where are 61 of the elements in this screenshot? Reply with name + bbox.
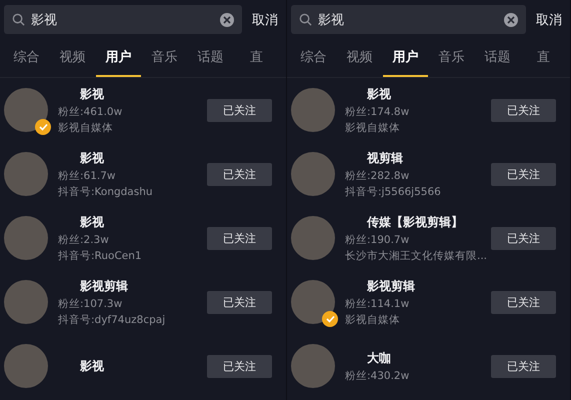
follower-count: 粉丝:2.3w [58, 232, 110, 246]
following-button[interactable]: 已关注 [491, 98, 556, 122]
following-button[interactable]: 已关注 [207, 98, 272, 122]
clear-icon[interactable] [504, 12, 518, 26]
user-name: 影视 [79, 214, 105, 230]
tab[interactable]: 话题 [188, 44, 233, 77]
user-name: 视剪辑 [366, 150, 404, 166]
user-name: 影视 [79, 358, 105, 374]
user-name: 传媒【影视剪辑】 [366, 214, 464, 230]
user-description: 抖音号:Kongdashu [58, 184, 154, 198]
tab[interactable]: 直 [234, 44, 279, 77]
clear-icon[interactable] [220, 12, 234, 26]
tab[interactable]: 直 [521, 44, 566, 77]
user-name: 影视 [366, 86, 392, 102]
tab[interactable]: 视频 [337, 44, 382, 77]
follower-count: 粉丝:461.0w [58, 104, 124, 118]
avatar[interactable] [291, 280, 335, 324]
search-field[interactable]: 影视 [291, 5, 526, 34]
search-query: 影视 [318, 12, 345, 28]
following-button[interactable]: 已关注 [207, 162, 272, 186]
user-name: 影视 [79, 86, 105, 102]
tab[interactable]: 综合 [291, 44, 336, 77]
tab[interactable]: 音乐 [142, 44, 187, 77]
search-icon [12, 13, 25, 26]
user-name: 影视剪辑 [79, 278, 129, 294]
tab[interactable]: 用户 [96, 44, 141, 77]
follower-count: 粉丝:114.1w [345, 296, 410, 310]
tab[interactable]: 话题 [475, 44, 520, 77]
following-button[interactable]: 已关注 [491, 162, 556, 186]
follower-count: 粉丝:430.2w [345, 368, 410, 382]
follower-count: 粉丝:174.8w [345, 104, 410, 118]
search-icon [299, 13, 312, 26]
following-button[interactable]: 已关注 [491, 290, 556, 314]
cancel-link[interactable]: 取消 [252, 10, 278, 28]
following-button[interactable]: 已关注 [207, 354, 272, 378]
following-button[interactable]: 已关注 [207, 290, 272, 314]
follower-count: 粉丝:61.7w [58, 168, 117, 182]
tab[interactable]: 用户 [383, 44, 428, 77]
following-button[interactable]: 已关注 [491, 226, 556, 250]
user-description: 影视自媒体 [345, 120, 401, 134]
follower-count: 粉丝:190.7w [345, 232, 410, 246]
user-description: 长沙市大湘王文化传媒有限... [345, 248, 488, 262]
user-name: 影视 [79, 150, 105, 166]
tab[interactable]: 音乐 [429, 44, 474, 77]
user-name: 大咖 [366, 350, 392, 366]
user-description: 抖音号:dyf74uz8cpaj [58, 312, 166, 326]
follower-count: 粉丝:282.8w [345, 168, 410, 182]
tab[interactable]: 综合 [4, 44, 49, 77]
following-button[interactable]: 已关注 [491, 354, 556, 378]
user-description: 抖音号:RuoCen1 [58, 248, 143, 262]
user-description: 抖音号:j5566j5566 [345, 184, 442, 198]
user-description: 影视自媒体 [58, 120, 114, 134]
user-name: 影视剪辑 [366, 278, 416, 294]
avatar[interactable] [4, 88, 48, 132]
tab[interactable]: 视频 [50, 44, 95, 77]
search-query: 影视 [31, 12, 58, 28]
cancel-link[interactable]: 取消 [536, 10, 562, 28]
search-field[interactable]: 影视 [4, 5, 242, 34]
following-button[interactable]: 已关注 [207, 226, 272, 250]
user-description: 影视自媒体 [345, 312, 401, 326]
follower-count: 粉丝:107.3w [58, 296, 124, 310]
